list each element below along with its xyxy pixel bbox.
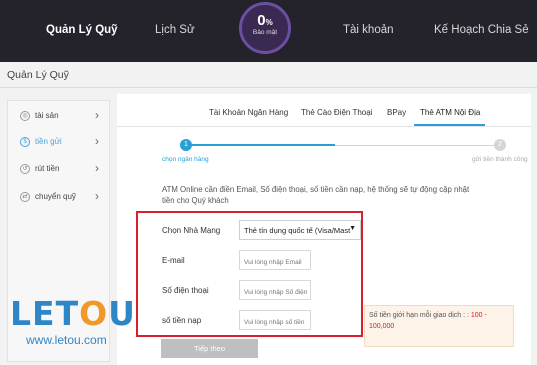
- deposit-panel: Tài Khoản Ngân Hàng Thẻ Cào Điện Thoại B…: [117, 94, 531, 365]
- divider: [0, 87, 537, 88]
- caret-down-icon: ▼: [349, 225, 356, 232]
- brand-text: LETOU: [10, 294, 136, 333]
- deposit-method-tabs: Tài Khoản Ngân Hàng Thẻ Cào Điện Thoại B…: [117, 94, 531, 127]
- email-label: E-mail: [162, 256, 185, 265]
- sidebar-item-label: chuyển quỹ: [35, 192, 76, 201]
- nav-referral-plan[interactable]: Kế Hoạch Chia Sẻ: [434, 24, 529, 36]
- security-percent: 0%: [257, 12, 273, 29]
- letou-url: www.letou.com: [26, 333, 107, 347]
- page-title: Quản Lý Quỹ: [7, 69, 69, 81]
- tab-bank-account[interactable]: Tài Khoản Ngân Hàng: [209, 108, 288, 117]
- sidebar-item-label: rút tiền: [35, 164, 60, 173]
- amount-input[interactable]: [239, 310, 311, 330]
- active-tab-indicator: [414, 124, 485, 126]
- bank-select-value: Thẻ tín dụng quốc tế (Visa/Mast: [244, 226, 351, 235]
- withdraw-icon: ↺: [20, 164, 30, 174]
- nav-history[interactable]: Lịch Sử: [155, 24, 195, 36]
- sidebar-item-deposit[interactable]: $ tiền gửi ›: [8, 132, 109, 154]
- next-button[interactable]: Tiếp theo: [161, 339, 258, 358]
- bank-select[interactable]: Thẻ tín dụng quốc tế (Visa/Mast ▼: [239, 220, 361, 240]
- progress-fill: [185, 144, 335, 146]
- bank-label: Chọn Nhà Mạng: [162, 226, 221, 235]
- assets-icon: ◎: [20, 111, 30, 121]
- sidebar-item-assets[interactable]: ◎ tài sản ›: [8, 106, 109, 128]
- chevron-right-icon: ›: [95, 134, 99, 148]
- phone-input[interactable]: [239, 280, 311, 300]
- transfer-icon: ⇄: [20, 192, 30, 202]
- phone-label: Số điện thoại: [162, 286, 209, 295]
- email-input[interactable]: [239, 250, 311, 270]
- step-1-label: chọn ngân hàng: [162, 156, 209, 163]
- tab-domestic-atm[interactable]: Thẻ ATM Nội Địa: [420, 108, 480, 117]
- sidebar-item-transfer[interactable]: ⇄ chuyển quỹ ›: [8, 187, 109, 209]
- security-badge: 0% Bảo mật: [239, 2, 291, 54]
- top-navigation: Quản Lý Quỹ Lịch Sử 0% Bảo mật Tài khoản…: [0, 0, 537, 62]
- chevron-right-icon: ›: [95, 108, 99, 122]
- sidebar-item-label: tiền gửi: [35, 137, 62, 146]
- chevron-right-icon: ›: [95, 189, 99, 203]
- tab-phone-card[interactable]: Thẻ Cào Điện Thoại: [301, 108, 372, 117]
- tab-bpay[interactable]: BPay: [387, 108, 406, 117]
- letou-logo: LETOU: [10, 294, 136, 333]
- sidebar-item-withdraw[interactable]: ↺ rút tiền ›: [8, 159, 109, 181]
- limit-text: Số tiền giới hạn mỗi giao dịch : :: [369, 312, 469, 319]
- chevron-right-icon: ›: [95, 161, 99, 175]
- nav-fund-management[interactable]: Quản Lý Quỹ: [46, 24, 118, 36]
- sidebar-item-label: tài sản: [35, 111, 59, 120]
- security-label: Bảo mật: [252, 29, 278, 36]
- step-2-marker: 2: [494, 139, 506, 151]
- limit-note: Số tiền giới hạn mỗi giao dịch : : 100 -…: [364, 305, 514, 347]
- amount-label: số tiền nạp: [162, 316, 202, 325]
- nav-account[interactable]: Tài khoản: [343, 24, 394, 36]
- deposit-icon: $: [20, 137, 30, 147]
- letou-watermark: LETOU www.letou.com: [0, 294, 135, 352]
- step-1-marker: 1: [180, 139, 192, 151]
- step-2-label: gửi tiền thành công: [472, 156, 528, 163]
- atm-notice: ATM Online cần điền Email, Số điện thoại…: [162, 185, 470, 205]
